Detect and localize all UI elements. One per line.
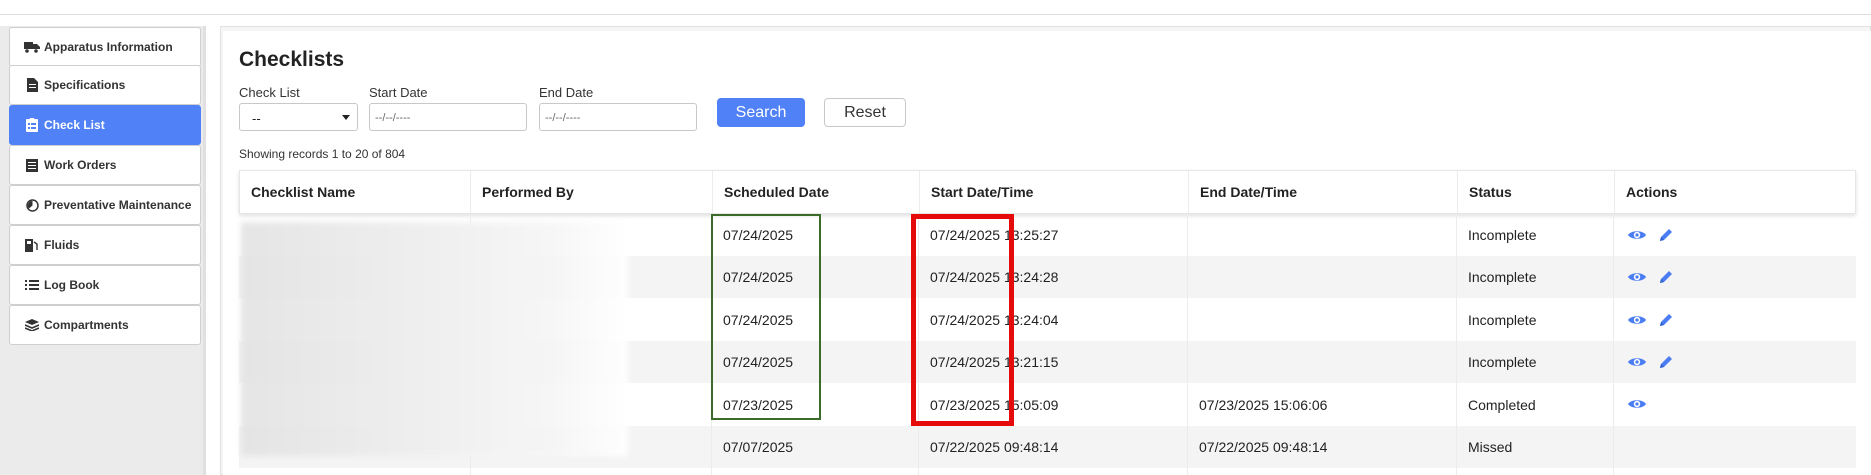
records-count: Showing records 1 to 20 of 804 bbox=[239, 147, 406, 161]
checklist-select[interactable]: -- bbox=[239, 103, 358, 131]
end-date-input[interactable]: --/--/---- bbox=[539, 103, 697, 131]
sidebar-item-label: Apparatus Information bbox=[44, 40, 173, 54]
actions-cell bbox=[1627, 227, 1674, 248]
actions-cell bbox=[1627, 397, 1647, 416]
end-date-cell bbox=[1188, 299, 1199, 341]
sidebar-item-fluids[interactable]: Fluids bbox=[9, 225, 201, 265]
column-divider bbox=[711, 214, 712, 475]
sidebar-item-check-list[interactable]: Check List bbox=[9, 105, 201, 145]
start-date-cell: 07/22/2025 09:48:14 bbox=[930, 439, 1059, 455]
sidebar-item-label: Preventative Maintenance bbox=[44, 198, 192, 212]
list-box-icon bbox=[24, 158, 40, 172]
column-header-scheduled-date[interactable]: Scheduled Date bbox=[713, 171, 920, 213]
edit-icon[interactable] bbox=[1658, 312, 1674, 333]
end-date-cell bbox=[1188, 214, 1199, 256]
fuel-icon bbox=[24, 238, 40, 252]
scheduled-date-cell: 07/07/2025 bbox=[723, 439, 794, 455]
status-cell: Incomplete bbox=[1468, 269, 1537, 285]
column-divider bbox=[1456, 214, 1457, 475]
end-date-cell: 07/22/2025 09:48:14 bbox=[1199, 439, 1328, 455]
start-date-cell: 07/24/2025 13:21:15 bbox=[930, 354, 1059, 370]
column-header-start-date-time[interactable]: Start Date/Time bbox=[920, 171, 1189, 213]
sidebar-item-preventative-maintenance[interactable]: Preventative Maintenance bbox=[9, 185, 201, 225]
sidebar-item-label: Specifications bbox=[44, 78, 126, 92]
end-date-cell: 07/23/2025 15:06:06 bbox=[1199, 397, 1328, 413]
end-date-label: End Date bbox=[539, 85, 594, 100]
start-date-input[interactable]: --/--/---- bbox=[369, 103, 527, 131]
column-divider bbox=[1613, 214, 1614, 475]
view-icon[interactable] bbox=[1627, 228, 1647, 247]
end-date-cell bbox=[1188, 256, 1199, 298]
scheduled-date-cell: 07/24/2025 bbox=[723, 269, 794, 285]
column-header-end-date-time[interactable]: End Date/Time bbox=[1189, 171, 1458, 213]
reset-button[interactable]: Reset bbox=[824, 98, 906, 127]
sidebar-item-label: Check List bbox=[44, 118, 105, 132]
view-icon[interactable] bbox=[1627, 355, 1647, 374]
actions-cell bbox=[1627, 354, 1674, 375]
status-cell: Incomplete bbox=[1468, 312, 1537, 328]
view-icon[interactable] bbox=[1627, 397, 1647, 416]
actions-cell bbox=[1627, 269, 1674, 290]
page-title: Checklists bbox=[239, 48, 345, 71]
column-header-performed-by[interactable]: Performed By bbox=[471, 171, 713, 213]
gauge-icon bbox=[24, 198, 40, 212]
sidebar-item-work-orders[interactable]: Work Orders bbox=[9, 145, 201, 185]
column-divider bbox=[918, 214, 919, 475]
view-icon[interactable] bbox=[1627, 313, 1647, 332]
scheduled-date-cell: 07/24/2025 bbox=[723, 227, 794, 243]
scheduled-date-cell: 07/24/2025 bbox=[723, 312, 794, 328]
clipboard-icon bbox=[24, 118, 40, 132]
list-icon bbox=[24, 278, 40, 292]
sidebar-item-compartments[interactable]: Compartments bbox=[9, 305, 201, 345]
top-divider bbox=[0, 14, 1871, 15]
sidebar-item-label: Fluids bbox=[44, 238, 80, 252]
search-button[interactable]: Search bbox=[717, 98, 805, 127]
column-header-checklist-name[interactable]: Checklist Name bbox=[240, 171, 471, 213]
table-header: Checklist Name Performed By Scheduled Da… bbox=[239, 170, 1856, 214]
view-icon[interactable] bbox=[1627, 270, 1647, 289]
sidebar-item-apparatus-information[interactable]: Apparatus Information bbox=[9, 27, 201, 67]
checklist-filter-label: Check List bbox=[239, 85, 300, 100]
sidebar-item-log-book[interactable]: Log Book bbox=[9, 265, 201, 305]
sidebar-item-label: Work Orders bbox=[44, 158, 117, 172]
sidebar-item-label: Compartments bbox=[44, 318, 129, 332]
status-cell: Incomplete bbox=[1468, 227, 1537, 243]
actions-cell bbox=[1627, 312, 1674, 333]
scheduled-date-cell: 07/24/2025 bbox=[723, 354, 794, 370]
scheduled-date-cell: 07/23/2025 bbox=[723, 397, 794, 413]
sidebar-item-label: Log Book bbox=[44, 278, 100, 292]
column-header-actions: Actions bbox=[1626, 184, 1678, 200]
start-date-label: Start Date bbox=[369, 85, 428, 100]
start-date-cell: 07/24/2025 13:24:28 bbox=[930, 269, 1059, 285]
edit-icon[interactable] bbox=[1658, 227, 1674, 248]
truck-icon bbox=[24, 40, 40, 54]
redacted-names-area bbox=[241, 222, 628, 456]
caret-down-icon bbox=[342, 115, 350, 120]
status-cell: Completed bbox=[1468, 397, 1536, 413]
sidebar-item-specifications[interactable]: Specifications bbox=[9, 65, 201, 105]
document-icon bbox=[24, 78, 40, 92]
sidebar: Apparatus Information Specifications Che… bbox=[0, 26, 206, 475]
edit-icon[interactable] bbox=[1658, 354, 1674, 375]
start-date-cell: 07/23/2025 15:05:09 bbox=[930, 397, 1059, 413]
column-header-status[interactable]: Status bbox=[1458, 171, 1615, 213]
status-cell: Missed bbox=[1468, 439, 1513, 455]
layers-icon bbox=[24, 318, 40, 332]
status-cell: Incomplete bbox=[1468, 354, 1537, 370]
edit-icon[interactable] bbox=[1658, 269, 1674, 290]
end-date-cell bbox=[1188, 341, 1199, 383]
start-date-cell: 07/24/2025 13:25:27 bbox=[930, 227, 1059, 243]
start-date-cell: 07/24/2025 13:24:04 bbox=[930, 312, 1059, 328]
column-divider bbox=[1187, 214, 1188, 475]
checklist-select-value: -- bbox=[252, 111, 261, 126]
